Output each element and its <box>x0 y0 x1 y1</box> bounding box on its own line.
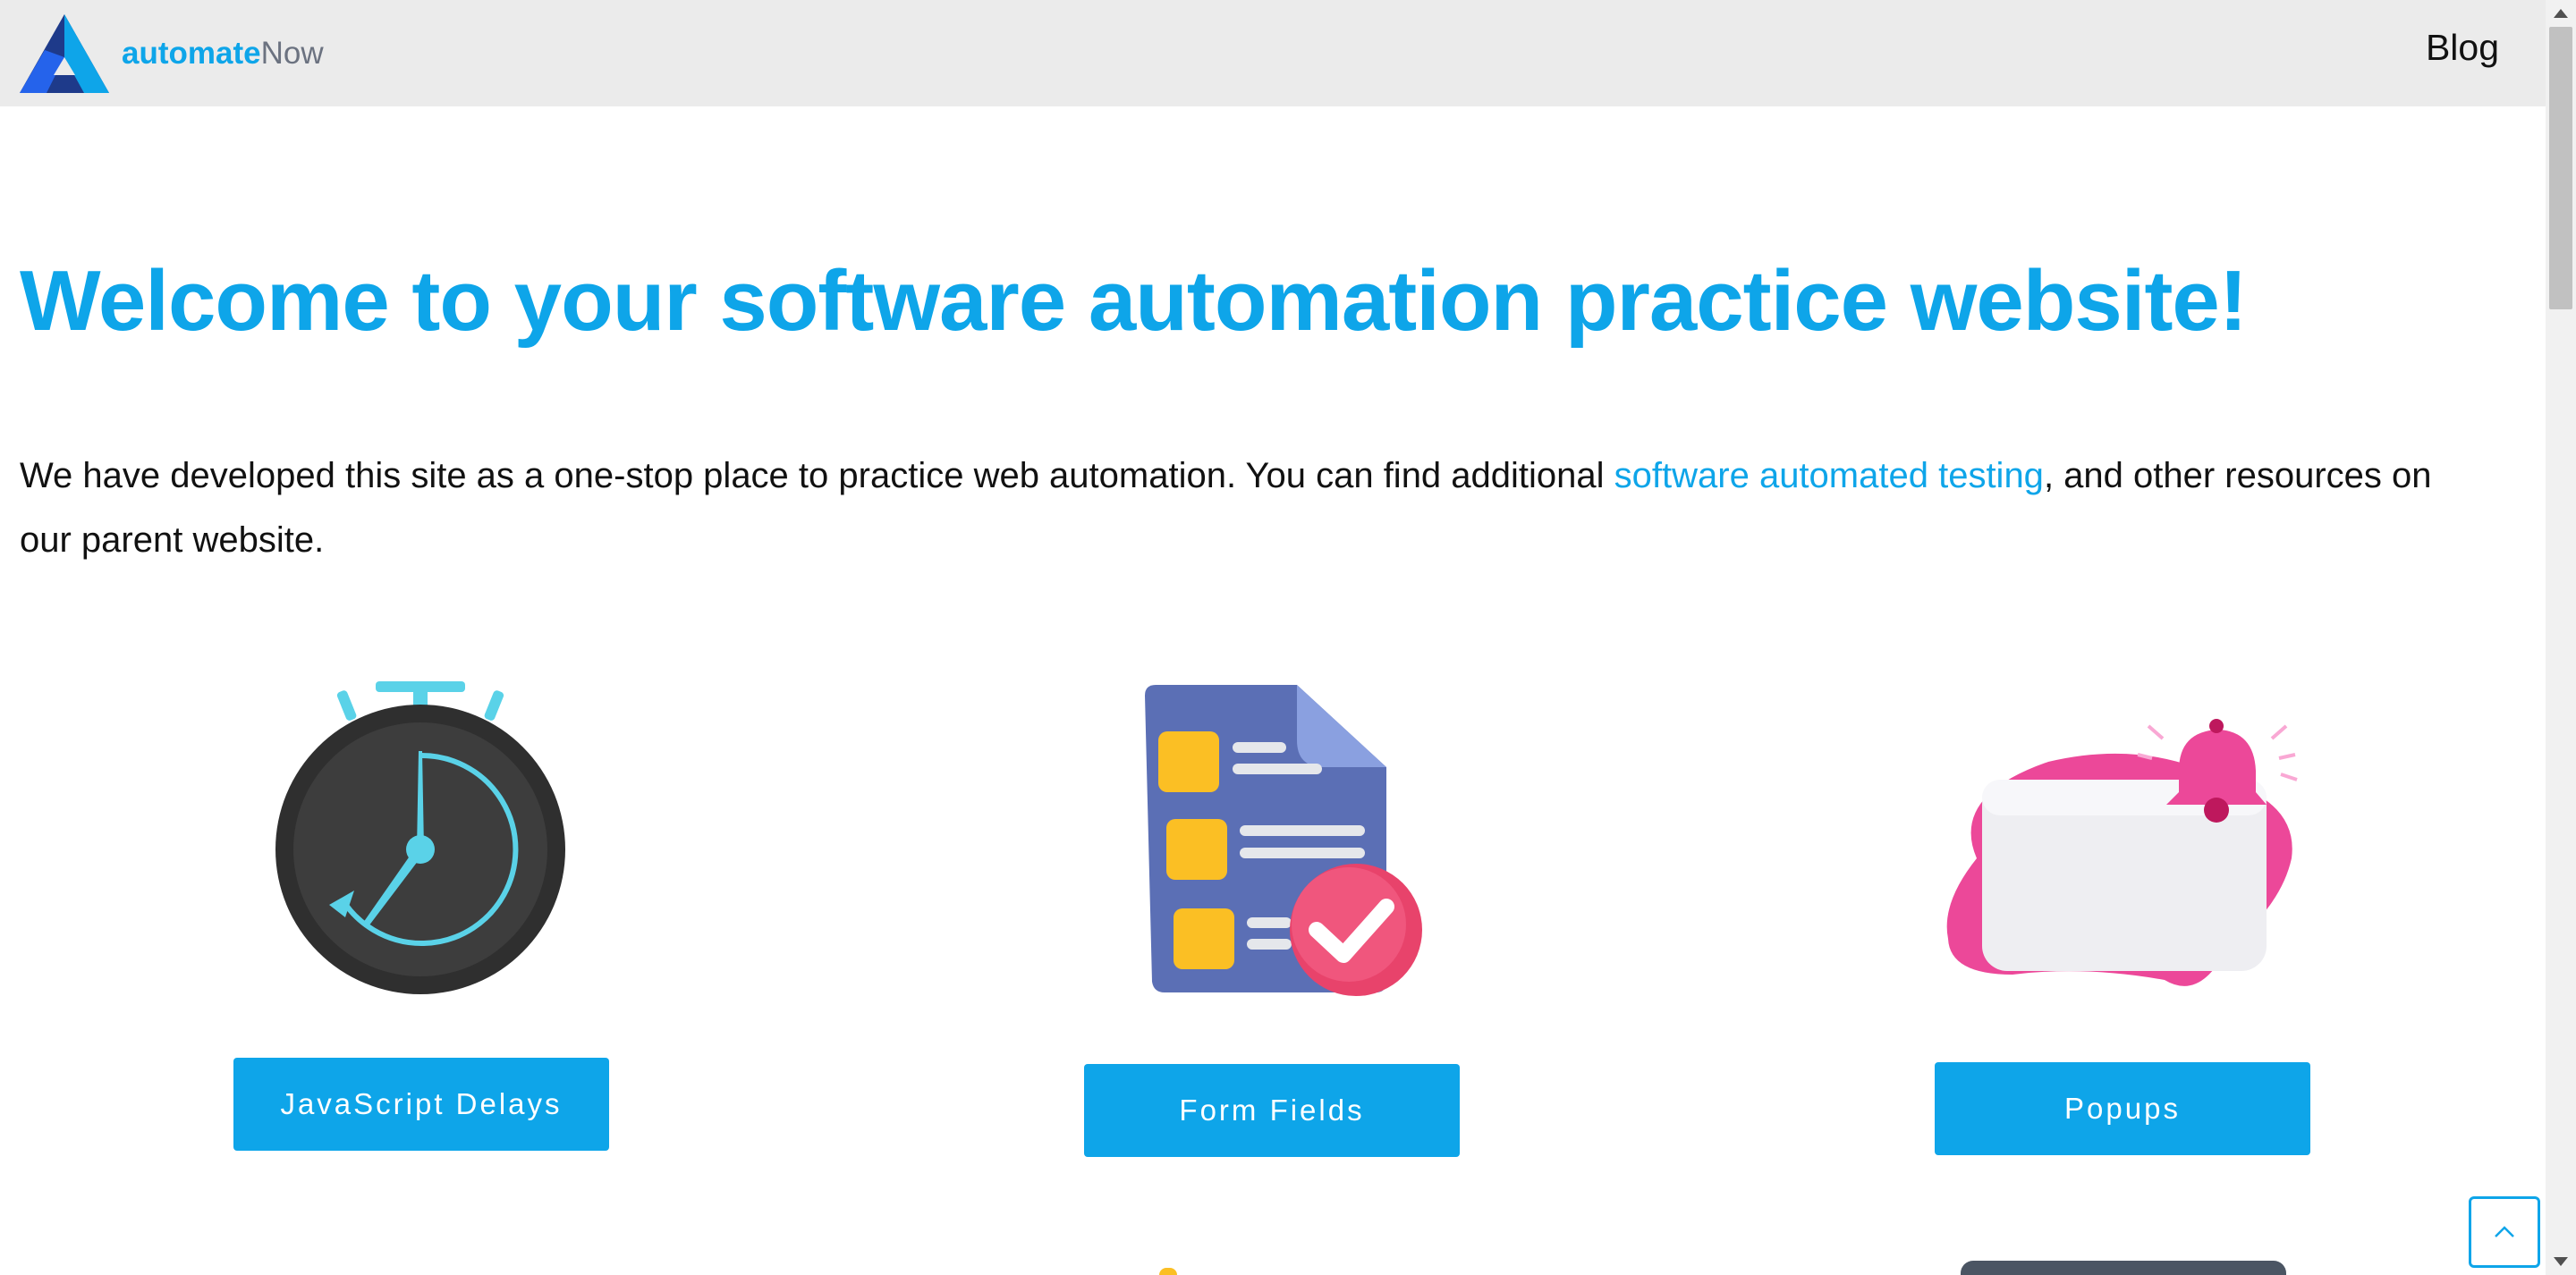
stopwatch-icon[interactable] <box>268 671 572 1001</box>
scrollbar-thumb[interactable] <box>2549 27 2572 309</box>
chevron-up-icon <box>2495 1226 2514 1237</box>
back-to-top-button[interactable] <box>2469 1196 2540 1268</box>
next-row-peek-left <box>1159 1268 1177 1275</box>
page: automateNow Blog Welcome to your softwar… <box>0 0 2576 1275</box>
scroll-up-arrow-icon[interactable] <box>2554 9 2568 18</box>
site-logo[interactable]: automateNow <box>20 14 324 93</box>
page-title: Welcome to your software automation prac… <box>20 253 2248 349</box>
logo-text-primary: automate <box>122 36 261 71</box>
next-row-peek-right <box>1961 1261 2286 1275</box>
notification-bell-icon[interactable] <box>1941 706 2308 1010</box>
nav-blog-link[interactable]: Blog <box>2426 27 2499 69</box>
form-checklist-icon[interactable] <box>1118 678 1427 1004</box>
intro-text-before: We have developed this site as a one-sto… <box>20 456 1614 495</box>
software-automated-testing-link[interactable]: software automated testing <box>1614 456 2044 495</box>
logo-mark-icon <box>20 14 109 93</box>
site-header: automateNow Blog <box>0 0 2546 106</box>
popups-button[interactable]: Popups <box>1935 1062 2310 1155</box>
javascript-delays-button[interactable]: JavaScript Delays <box>233 1058 609 1151</box>
scroll-down-arrow-icon[interactable] <box>2554 1257 2568 1266</box>
logo-text: automateNow <box>122 36 324 72</box>
form-fields-button[interactable]: Form Fields <box>1084 1064 1460 1157</box>
intro-paragraph: We have developed this site as a one-sto… <box>20 443 2453 572</box>
vertical-scrollbar[interactable] <box>2546 0 2576 1275</box>
logo-text-secondary: Now <box>260 36 324 71</box>
